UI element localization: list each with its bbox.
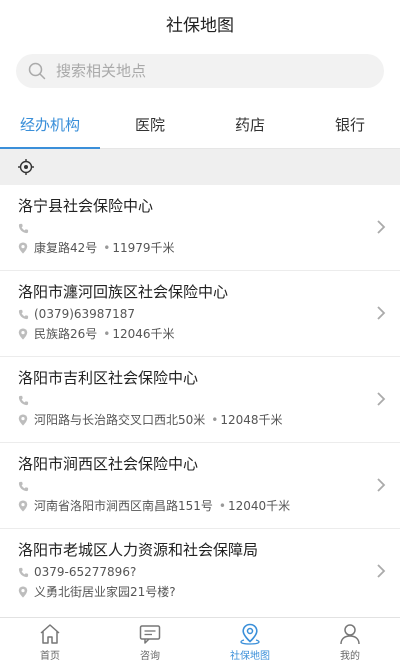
item-address: 河南省洛阳市涧西区南昌路151号 — [34, 499, 213, 513]
phone-icon — [18, 567, 29, 577]
item-phone-row — [18, 219, 360, 237]
chevron-right-icon — [377, 306, 386, 320]
list-item[interactable]: 洛阳市老城区人力资源和社会保障局 0379-65277896? 义勇北街居业家园… — [0, 529, 400, 615]
tabbar-label: 社保地图 — [230, 650, 270, 662]
location-pin-icon — [18, 500, 28, 512]
list-item[interactable]: 洛阳市瀍河回族区社会保险中心 (0379)63987187 民族路26号 120… — [0, 271, 400, 357]
tabbar-label: 我的 — [340, 650, 360, 662]
item-address-row: 康复路42号 11979千米 — [18, 239, 360, 257]
search-input[interactable] — [54, 61, 372, 81]
item-name: 洛阳市涧西区社会保险中心 — [18, 455, 199, 473]
tab-banks[interactable]: 银行 — [300, 100, 400, 148]
tabbar-social-map[interactable]: 社保地图 — [200, 618, 300, 666]
locate-bar — [0, 149, 400, 185]
crosshair-icon[interactable] — [17, 158, 35, 176]
tabbar-consult[interactable]: 咨询 — [100, 618, 200, 666]
phone-icon — [18, 309, 29, 319]
item-name: 洛阳市瀍河回族区社会保险中心 — [18, 283, 229, 301]
item-phone-row: 0379-65277896? — [18, 563, 360, 581]
item-phone[interactable]: (0379)63987187 — [34, 305, 135, 323]
item-name: 洛阳市老城区人力资源和社会保障局 — [18, 541, 259, 559]
search-bar — [0, 46, 400, 96]
list-item[interactable]: 洛阳市涧西区社会保险中心 河南省洛阳市涧西区南昌路151号 12040千米 — [0, 443, 400, 529]
tabbar-label: 首页 — [40, 650, 60, 662]
search-box[interactable] — [16, 54, 384, 88]
item-address-row: 河南省洛阳市涧西区南昌路151号 12040千米 — [18, 497, 360, 515]
item-address-row: 河阳路与长治路交叉口西北50米 12048千米 — [18, 411, 360, 429]
item-address: 民族路26号 — [34, 327, 98, 341]
location-pin-icon — [18, 414, 28, 426]
phone-icon — [18, 481, 29, 491]
item-address: 河阳路与长治路交叉口西北50米 — [34, 413, 206, 427]
app-header: 社保地图 — [0, 0, 400, 46]
location-pin-icon — [18, 242, 28, 254]
tabbar-label: 咨询 — [140, 650, 160, 662]
chevron-right-icon — [377, 220, 386, 234]
chat-icon — [139, 624, 161, 644]
item-address-row: 民族路26号 12046千米 — [18, 325, 360, 343]
tabbar-home[interactable]: 首页 — [0, 618, 100, 666]
chevron-right-icon — [377, 478, 386, 492]
home-icon — [40, 623, 60, 644]
bottom-tab-bar: 首页 咨询 社保地图 我的 — [0, 617, 400, 666]
tabbar-mine[interactable]: 我的 — [300, 618, 400, 666]
category-tabs: 经办机构 医院 药店 银行 — [0, 100, 400, 149]
location-pin-icon — [18, 328, 28, 340]
search-icon — [28, 62, 46, 80]
phone-icon — [18, 395, 29, 405]
item-phone-row — [18, 391, 360, 409]
item-phone-row: (0379)63987187 — [18, 305, 360, 323]
tab-hospitals[interactable]: 医院 — [100, 100, 200, 148]
item-name: 洛宁县社会保险中心 — [18, 197, 154, 215]
item-name: 洛阳市吉利区社会保险中心 — [18, 369, 199, 387]
institution-list: 洛宁县社会保险中心 康复路42号 11979千米 洛阳市瀍河回族区社会保险中心 … — [0, 185, 400, 615]
map-pin-icon — [240, 623, 260, 645]
item-phone-row — [18, 477, 360, 495]
item-distance: 12046千米 — [103, 325, 174, 343]
item-distance: 12040千米 — [219, 497, 290, 515]
phone-icon — [18, 223, 29, 233]
item-distance: 12048千米 — [211, 411, 282, 429]
list-item[interactable]: 洛阳市吉利区社会保险中心 河阳路与长治路交叉口西北50米 12048千米 — [0, 357, 400, 443]
item-address-row: 义勇北街居业家园21号楼? — [18, 583, 360, 601]
list-item[interactable]: 洛宁县社会保险中心 康复路42号 11979千米 — [0, 185, 400, 271]
tab-pharmacies[interactable]: 药店 — [200, 100, 300, 148]
item-distance: 11979千米 — [103, 239, 174, 257]
item-address: 义勇北街居业家园21号楼? — [34, 585, 176, 599]
location-pin-icon — [18, 586, 28, 598]
page-title: 社保地图 — [166, 15, 234, 36]
chevron-right-icon — [377, 392, 386, 406]
chevron-right-icon — [377, 564, 386, 578]
item-phone[interactable]: 0379-65277896? — [34, 563, 136, 581]
item-address: 康复路42号 — [34, 241, 98, 255]
tab-agencies[interactable]: 经办机构 — [0, 100, 100, 149]
user-icon — [340, 623, 360, 644]
